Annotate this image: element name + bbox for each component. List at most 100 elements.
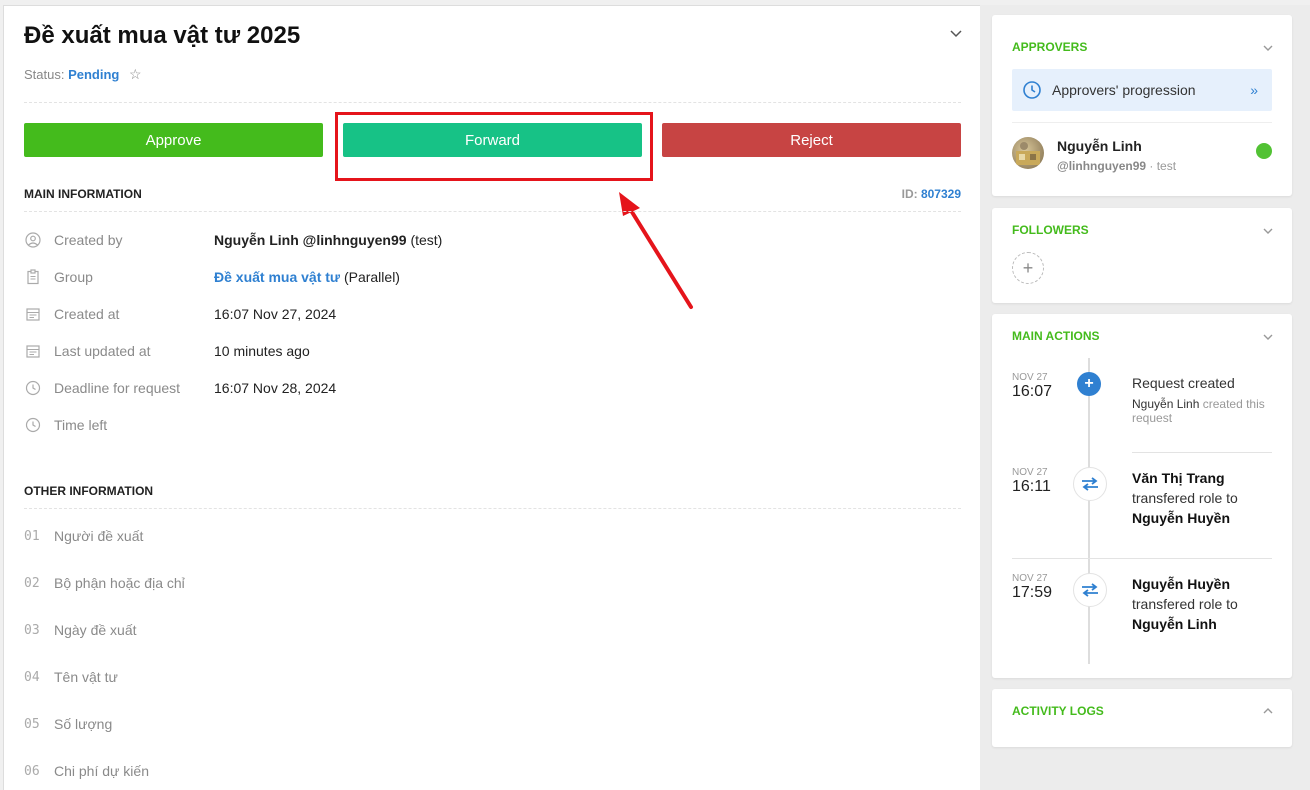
- timeline-time: 16:07: [1012, 383, 1053, 400]
- transfer-arrows-icon: [1073, 467, 1107, 501]
- creator-name[interactable]: Nguyễn Linh @linhnguyen99: [214, 232, 407, 248]
- approver-handle-line: @linhnguyen99 · test: [1057, 159, 1176, 173]
- approvers-progression-button[interactable]: Approvers' progression »: [1012, 69, 1272, 111]
- timeline-entry: Văn Thị Trang transfered role to Nguyễn …: [1132, 468, 1274, 528]
- field-number: 01: [24, 528, 40, 544]
- info-label: Last updated at: [54, 343, 151, 359]
- approver-group: · test: [1146, 159, 1177, 173]
- field-number: 02: [24, 575, 40, 591]
- other-information-heading: OTHER INFORMATION: [24, 484, 154, 498]
- request-id: ID: 807329: [902, 187, 961, 201]
- chevron-down-icon[interactable]: [1262, 225, 1274, 237]
- info-row-time-left: Time left: [24, 415, 214, 435]
- activity-logs-heading: ACTIVITY LOGS: [1012, 704, 1104, 718]
- timeline-line: [1088, 358, 1090, 664]
- followers-heading: FOLLOWERS: [1012, 223, 1089, 237]
- chevron-down-icon[interactable]: [949, 26, 963, 40]
- calendar-icon: [24, 305, 42, 323]
- main-actions-heading: MAIN ACTIONS: [1012, 329, 1100, 343]
- timeline-time: 17:59: [1012, 584, 1053, 601]
- other-field-row: 04 Tên vật tư: [24, 669, 118, 685]
- chevron-down-icon[interactable]: [1262, 42, 1274, 54]
- info-row-last-updated: Last updated at 10 minutes ago: [24, 341, 310, 361]
- field-label: Người đề xuất: [54, 528, 144, 544]
- plus-icon: +: [1022, 257, 1034, 278]
- user-circle-icon: [24, 231, 42, 249]
- field-number: 03: [24, 622, 40, 638]
- timeline-day: NOV 27: [1012, 467, 1048, 478]
- field-number: 05: [24, 716, 40, 732]
- info-value: 16:07 Nov 27, 2024: [214, 306, 337, 322]
- approval-status-dot: [1256, 143, 1272, 159]
- calendar-icon: [24, 342, 42, 360]
- chevron-up-icon[interactable]: [1262, 705, 1274, 717]
- field-label: Chi phí dự kiến: [54, 763, 149, 779]
- info-label: Deadline for request: [54, 380, 181, 396]
- timeline-entry: Nguyễn Huyền transfered role to Nguyễn L…: [1132, 574, 1274, 634]
- divider: [1132, 452, 1272, 453]
- progression-label: Approvers' progression: [1052, 82, 1196, 98]
- reject-button[interactable]: Reject: [662, 123, 961, 157]
- field-label: Tên vật tư: [54, 669, 118, 685]
- approve-button[interactable]: Approve: [24, 123, 323, 157]
- timeline-to-user[interactable]: Nguyễn Huyền: [1132, 510, 1230, 526]
- info-label: Group: [54, 269, 93, 285]
- other-field-row: 01 Người đề xuất: [24, 528, 143, 544]
- followers-card: FOLLOWERS +: [992, 208, 1292, 303]
- clock-icon: [24, 416, 42, 434]
- info-row-group: Group Đề xuất mua vật tư (Parallel): [24, 267, 400, 287]
- approver-name[interactable]: Nguyễn Linh: [1057, 138, 1142, 154]
- info-value: 10 minutes ago: [214, 343, 310, 359]
- divider: [24, 211, 961, 212]
- approver-handle: @linhnguyen99: [1057, 159, 1147, 173]
- page-title: Đề xuất mua vật tư 2025: [24, 22, 301, 49]
- add-follower-button[interactable]: +: [1012, 252, 1044, 284]
- divider: [24, 102, 961, 103]
- avatar[interactable]: [1012, 137, 1044, 169]
- right-sidebar: APPROVERS Approvers' progression » Nguyễ…: [980, 5, 1310, 790]
- timeline-entry: Request created Nguyễn Linh created this…: [1132, 373, 1274, 425]
- timeline-verb: transfered role to: [1132, 596, 1238, 612]
- chevron-down-icon[interactable]: [1262, 331, 1274, 343]
- other-field-row: 03 Ngày đề xuất: [24, 622, 137, 638]
- timeline-date: NOV 27 17:59: [1012, 573, 1052, 602]
- timeline-actor[interactable]: Nguyễn Linh: [1132, 397, 1199, 411]
- status-label: Status:: [24, 67, 65, 82]
- other-field-row: 05 Số lượng: [24, 716, 112, 732]
- info-label: Created at: [54, 306, 120, 322]
- info-row-created-by: Created by Nguyễn Linh @linhnguyen99 (te…: [24, 230, 442, 250]
- request-main-panel: Đề xuất mua vật tư 2025 Status: Pending …: [3, 5, 980, 790]
- clipboard-icon: [24, 268, 42, 286]
- approvers-card: APPROVERS Approvers' progression » Nguyễ…: [992, 15, 1292, 196]
- field-label: Bộ phận hoặc địa chỉ: [54, 575, 185, 591]
- activity-logs-card: ACTIVITY LOGS: [992, 689, 1292, 747]
- timeline-date: NOV 27 16:11: [1012, 467, 1051, 496]
- field-label: Ngày đề xuất: [54, 622, 137, 638]
- timeline-from-user[interactable]: Nguyễn Huyền: [1132, 576, 1230, 592]
- main-information-heading: MAIN INFORMATION: [24, 187, 142, 201]
- info-value: Nguyễn Linh @linhnguyen99 (test): [214, 232, 442, 248]
- transfer-arrows-icon: [1073, 573, 1107, 607]
- clock-icon: [1023, 81, 1041, 99]
- request-id-label: ID:: [901, 187, 918, 201]
- divider: [24, 508, 961, 509]
- timeline-time: 16:11: [1012, 478, 1051, 495]
- request-id-value[interactable]: 807329: [921, 187, 961, 201]
- field-number: 04: [24, 669, 40, 685]
- timeline-to-user[interactable]: Nguyễn Linh: [1132, 616, 1217, 632]
- group-link[interactable]: Đề xuất mua vật tư: [214, 269, 340, 285]
- info-value: 16:07 Nov 28, 2024: [214, 380, 337, 396]
- info-label: Time left: [54, 417, 108, 433]
- info-value: Đề xuất mua vật tư (Parallel): [214, 269, 400, 285]
- timeline-from-user[interactable]: Văn Thị Trang: [1132, 470, 1225, 486]
- divider: [1012, 558, 1272, 559]
- other-field-row: 02 Bộ phận hoặc địa chỉ: [24, 575, 185, 591]
- star-icon[interactable]: ☆: [129, 66, 142, 82]
- creator-suffix: (test): [406, 232, 443, 248]
- divider: [1012, 122, 1272, 123]
- field-number: 06: [24, 763, 40, 779]
- annotation-highlight-box: [335, 112, 653, 181]
- timeline-verb: transfered role to: [1132, 490, 1238, 506]
- info-row-deadline: Deadline for request 16:07 Nov 28, 2024: [24, 378, 336, 398]
- main-actions-card: MAIN ACTIONS NOV 27 16:07 + Request crea…: [992, 314, 1292, 678]
